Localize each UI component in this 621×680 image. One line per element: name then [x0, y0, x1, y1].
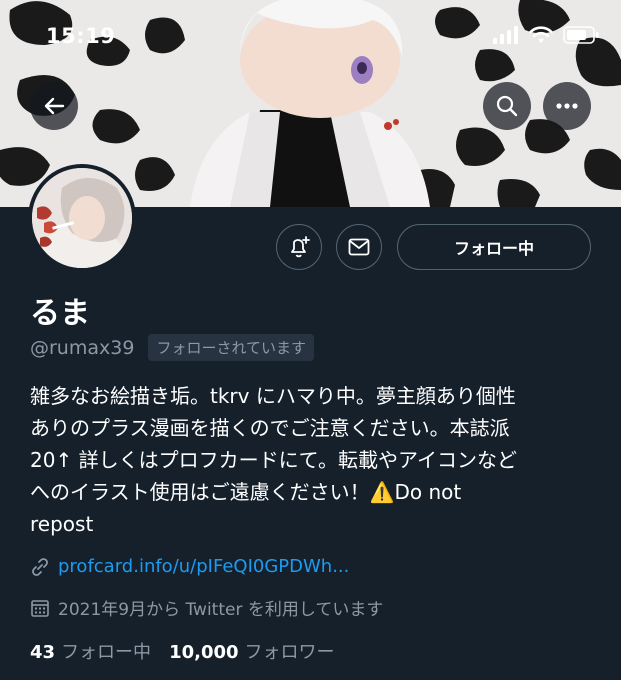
- bio-line: Do not: [394, 480, 462, 504]
- message-button[interactable]: [336, 224, 382, 270]
- more-button[interactable]: [543, 82, 591, 130]
- back-button[interactable]: [30, 82, 78, 130]
- following-count[interactable]: 43: [30, 642, 55, 663]
- user-handle: @rumax39: [30, 336, 135, 359]
- follows-you-badge: フォローされています: [148, 334, 314, 361]
- profile-bio: 雑多なお絵描き垢。tkrv にハマり中。夢主顔あり個性 ありのプラス漫画を描くの…: [30, 380, 600, 540]
- profile-link-row: profcard.info/u/pIFeQI0GPDWh...: [30, 556, 349, 577]
- avatar-image: [32, 168, 132, 268]
- arrow-left-icon: [44, 97, 65, 115]
- bio-line: へのイラスト使用はご遠慮ください！: [30, 480, 370, 504]
- bio-line-with-warning: へのイラスト使用はご遠慮ください！⚠️Do not: [30, 476, 600, 508]
- display-name: るま: [30, 296, 90, 331]
- link-icon: [32, 557, 48, 576]
- bio-line: repost: [30, 512, 94, 536]
- bell-plus-icon: [291, 236, 310, 258]
- avatar[interactable]: [28, 164, 136, 272]
- search-icon: [496, 95, 518, 117]
- battery-icon: [563, 26, 599, 44]
- handle-row: @rumax39 フォローされています: [30, 334, 314, 361]
- notify-button[interactable]: [276, 224, 322, 270]
- warning-emoji: ⚠️: [369, 480, 395, 504]
- calendar-icon: [31, 599, 49, 617]
- following-label[interactable]: フォロー中: [61, 638, 151, 664]
- joined-date: 2021年9月から Twitter を利用しています: [58, 600, 384, 620]
- more-horizontal-icon: [556, 103, 578, 109]
- following-button[interactable]: フォロー中: [397, 224, 591, 270]
- bio-line: 雑多なお絵描き垢。tkrv にハマり中。夢主顔あり個性: [30, 384, 516, 408]
- follow-stats: 43 フォロー中 10,000 フォロワー: [30, 638, 347, 664]
- wifi-icon: [529, 26, 553, 43]
- profile-website-link[interactable]: profcard.info/u/pIFeQI0GPDWh...: [58, 556, 349, 577]
- bio-line: ありのプラス漫画を描くのでご注意ください。本誌派: [30, 416, 510, 440]
- envelope-icon: [348, 238, 370, 256]
- bio-line: 20↑ 詳しくはプロフカードにて。転載やアイコンなど: [30, 448, 517, 472]
- cellular-signal-icon: [493, 26, 518, 44]
- followers-count[interactable]: 10,000: [169, 642, 238, 663]
- followers-label[interactable]: フォロワー: [245, 638, 335, 664]
- search-button[interactable]: [483, 82, 531, 130]
- joined-row: 2021年9月から Twitter を利用しています: [30, 595, 383, 620]
- status-icons: [493, 26, 599, 44]
- status-time: 15:19: [46, 24, 116, 48]
